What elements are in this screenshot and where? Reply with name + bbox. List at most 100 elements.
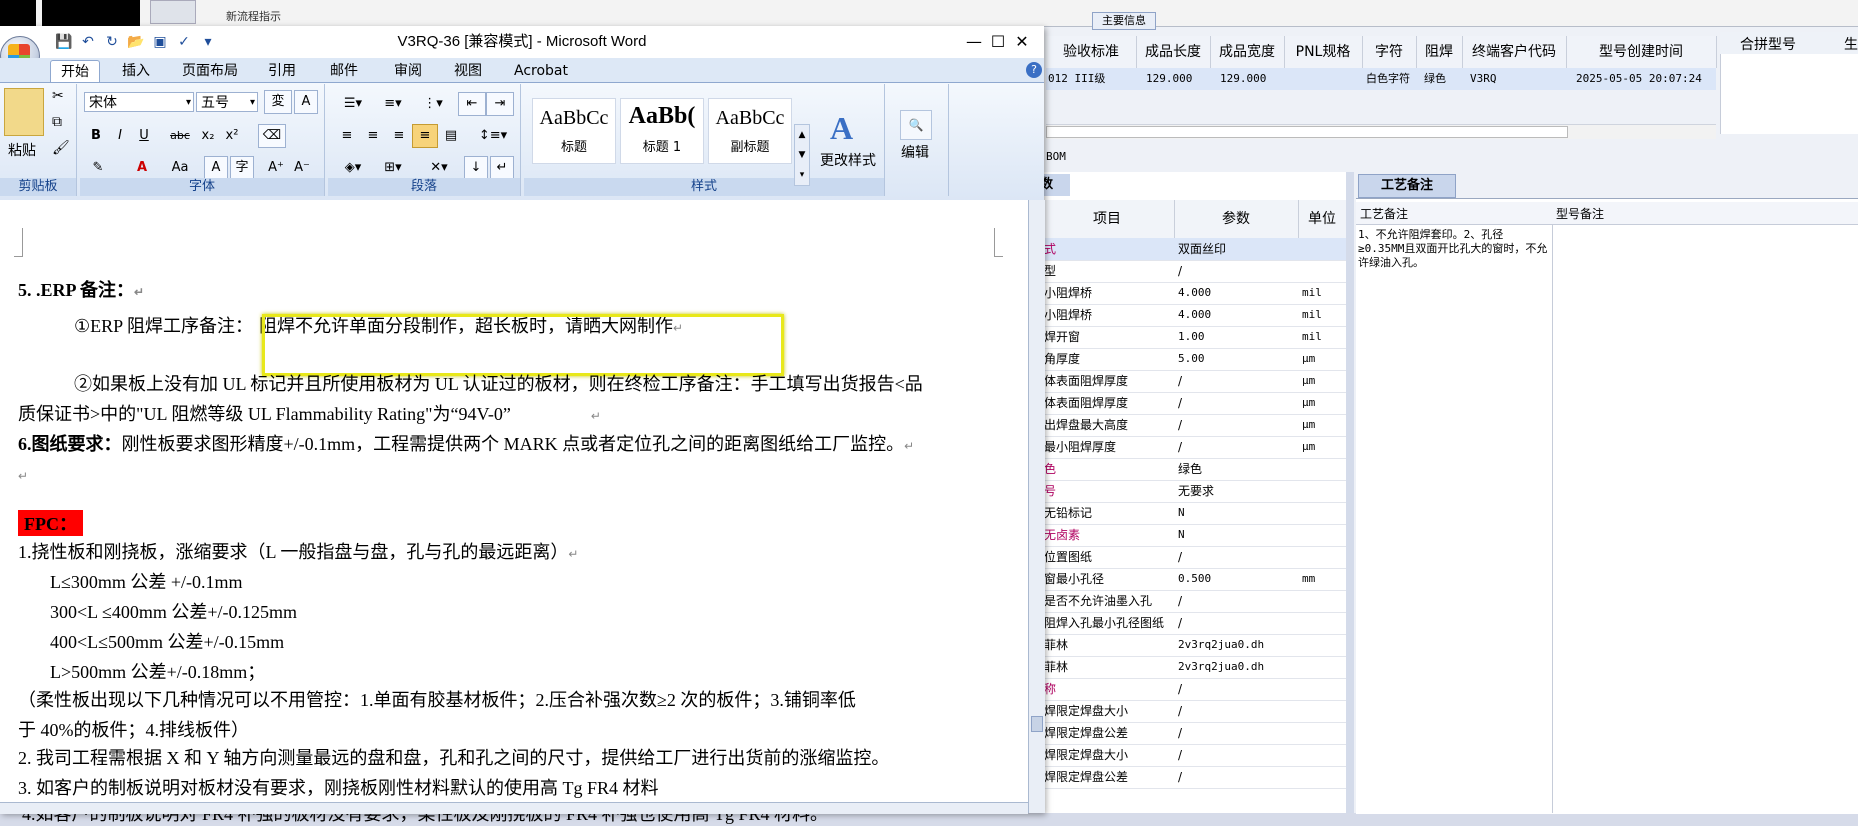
scrollbar-thumb[interactable] (1031, 716, 1043, 732)
params-row[interactable]: 窗最小孔径 0.500 mm (1040, 568, 1346, 591)
params-row[interactable]: 焊限定焊盘大小 / (1040, 744, 1346, 767)
params-row[interactable]: 小阻焊桥 4.000 mil (1040, 304, 1346, 327)
params-row[interactable]: 小阻焊桥 4.000 mil (1040, 282, 1346, 305)
borders-button[interactable]: ⊞▾ (374, 156, 412, 180)
params-row[interactable]: 角厚度 5.00 μm (1040, 348, 1346, 371)
erp-tool-label[interactable]: 新流程指示 (226, 8, 306, 26)
process-notes-tab[interactable]: 工艺备注 (1358, 174, 1456, 198)
params-row[interactable]: 式 双面丝印 (1040, 238, 1346, 261)
empty-paragraph[interactable]: ↵ (18, 464, 28, 485)
fpc-heading[interactable]: FPC： (18, 510, 83, 536)
sort-button[interactable]: ↓ (464, 156, 488, 180)
enclose-char-button[interactable]: 字 (230, 156, 254, 180)
params-tab[interactable]: 数 (1040, 174, 1070, 196)
print-preview-icon[interactable]: ▣ (150, 32, 170, 52)
superscript-button[interactable]: x² (220, 124, 244, 148)
params-row[interactable]: 是否不允许油墨入孔 / (1040, 590, 1346, 613)
params-col-header[interactable]: 单位 (1298, 200, 1347, 238)
params-row[interactable]: 出焊盘最大高度 / μm (1040, 414, 1346, 437)
panel-splitter[interactable] (1346, 172, 1354, 813)
style-title[interactable]: AaBbCc 标题 (532, 98, 616, 164)
font-name-combo[interactable]: 宋体 ▾ (84, 92, 194, 112)
italic-button[interactable]: I (108, 124, 132, 148)
params-row[interactable]: 阻焊入孔最小孔径图纸 / (1040, 612, 1346, 635)
font-size-combo[interactable]: 五号 ▾ (196, 92, 258, 112)
multilevel-list-button[interactable]: ⋮▾ (414, 92, 452, 116)
grid-col-header[interactable]: 字符 (1362, 36, 1417, 68)
increase-indent-button[interactable]: ⇥ (486, 92, 514, 116)
paste-button[interactable]: 粘贴 (0, 140, 44, 160)
params-row[interactable]: 色 绿色 (1040, 458, 1346, 481)
tab-view[interactable]: 视图 (444, 60, 492, 82)
open-icon[interactable]: 📂 (126, 32, 146, 52)
chevron-down-icon[interactable]: ▾ (250, 93, 255, 113)
line-spacing-button[interactable]: ↕≡▾ (472, 124, 514, 148)
underline-button[interactable]: U (132, 124, 156, 148)
tab-home[interactable]: 开始 (50, 60, 100, 83)
doc-paragraph[interactable]: 质保证书>中的"UL 阻燃等级 UL Flammability Rating"为… (18, 400, 601, 426)
change-styles-button[interactable]: 更改样式 (816, 150, 880, 170)
grid-col-header[interactable]: 成品宽度 (1210, 36, 1285, 68)
grid-col-header[interactable]: 终端客户代码 (1462, 36, 1567, 68)
editing-button[interactable]: 编辑 (890, 142, 940, 162)
change-case-button[interactable]: Aa (166, 156, 194, 180)
doc-paragraph[interactable]: （柔性板出现以下几种情况可以不用管控：1.单面有胶基材板件；2.压合补强次数≥2… (18, 686, 856, 712)
save-icon[interactable]: 💾 (54, 32, 74, 52)
justify-button[interactable]: ≡ (412, 124, 438, 148)
params-row[interactable]: 无卤素 N (1040, 524, 1346, 547)
params-row[interactable]: 最小阻焊厚度 / μm (1040, 436, 1346, 459)
spelling-icon[interactable]: ✓ (174, 32, 194, 52)
style-subtitle[interactable]: AaBbCc 副标题 (708, 98, 792, 164)
params-row[interactable]: 焊限定焊盘公差 / (1040, 722, 1346, 745)
params-row[interactable]: 位置图纸 / (1040, 546, 1346, 569)
cut-icon[interactable]: ✂ (52, 88, 64, 104)
grid-col-header[interactable]: 型号创建时间 (1566, 36, 1717, 68)
clear-formatting-button[interactable]: ⌫ (258, 124, 286, 148)
doc-paragraph[interactable]: 400<L≤500mm 公差+/-0.15mm (50, 628, 284, 654)
shading-button[interactable]: ◈▾ (334, 156, 372, 180)
doc-paragraph[interactable]: 300<L ≤400mm 公差+/-0.125mm (50, 598, 297, 624)
grid-col-header[interactable]: 生 (1844, 34, 1858, 54)
params-row[interactable]: 无铅标记 N (1040, 502, 1346, 525)
grid-col-header[interactable]: 阻焊 (1416, 36, 1463, 68)
params-col-header[interactable]: 项目 (1040, 200, 1175, 238)
doc-paragraph[interactable]: ②如果板上没有加 UL 标记并且所使用板材为 UL 认证过的板材，则在终检工序备… (74, 370, 923, 396)
main-info-tab[interactable]: 主要信息 (1092, 12, 1156, 30)
params-row[interactable]: 焊限定焊盘公差 / (1040, 766, 1346, 789)
grid-col-header[interactable]: 合拼型号 (1740, 34, 1796, 54)
redo-icon[interactable]: ↻ (102, 32, 122, 52)
char-shading-button[interactable]: A (204, 156, 228, 180)
styles-gallery-scroll[interactable]: ▲ ▼ ▾ (794, 124, 810, 186)
format-painter-icon[interactable]: 🖌 (52, 140, 70, 156)
strikethrough-button[interactable]: abc (166, 124, 194, 148)
doc-paragraph[interactable]: 于 40%的板件；4.排线板件） (18, 716, 249, 742)
align-center-button[interactable]: ≡ (360, 124, 386, 148)
chinese-layout-button[interactable]: ✕▾ (420, 156, 458, 180)
style-heading-1[interactable]: AaBb( 标题 1 (620, 98, 704, 164)
chevron-down-icon[interactable]: ▾ (186, 93, 191, 113)
close-button[interactable]: ✕ (1000, 26, 1044, 58)
doc-paragraph[interactable]: 3. 如客户的制板说明对板材没有要求，刚挠板刚性材料默认的使用高 Tg FR4 … (18, 774, 659, 800)
doc-paragraph[interactable]: 6.图纸要求：刚性板要求图形精度+/-0.1mm，工程需提供两个 MARK 点或… (18, 430, 914, 456)
char-border-button[interactable]: A (294, 90, 318, 114)
align-left-button[interactable]: ≡ (334, 124, 360, 148)
undo-icon[interactable]: ↶ (78, 32, 98, 52)
erp-tool-icon[interactable] (150, 0, 196, 24)
tab-review[interactable]: 审阅 (384, 60, 432, 82)
help-icon[interactable]: ? (1026, 62, 1042, 78)
params-col-header[interactable]: 参数 (1174, 200, 1299, 238)
grid-col-header[interactable]: PNL规格 (1284, 36, 1363, 68)
tab-insert[interactable]: 插入 (112, 60, 160, 82)
grid-col-header[interactable]: 成品长度 (1136, 36, 1211, 68)
params-row[interactable]: 型 / (1040, 260, 1346, 283)
bullets-button[interactable]: ☰▾ (334, 92, 372, 116)
copy-icon[interactable]: ⧉ (52, 114, 62, 130)
grid-col-header[interactable]: 验收标准 (1046, 36, 1137, 68)
doc-paragraph[interactable]: L>500mm 公差+/-0.18mm； (50, 658, 265, 684)
shrink-font-button[interactable]: A⁻ (290, 156, 314, 180)
params-row[interactable]: 菲林 2v3rq2jua0.dh (1040, 656, 1346, 679)
customize-qat-icon[interactable]: ▾ (198, 32, 218, 52)
process-col-header[interactable]: 工艺备注 (1360, 205, 1408, 222)
doc-paragraph[interactable]: L≤300mm 公差 +/-0.1mm (50, 568, 243, 594)
doc-paragraph[interactable]: 1.挠性板和刚挠板，涨缩要求（L 一般指盘与盘，孔与孔的最远距离）↵ (18, 538, 578, 564)
